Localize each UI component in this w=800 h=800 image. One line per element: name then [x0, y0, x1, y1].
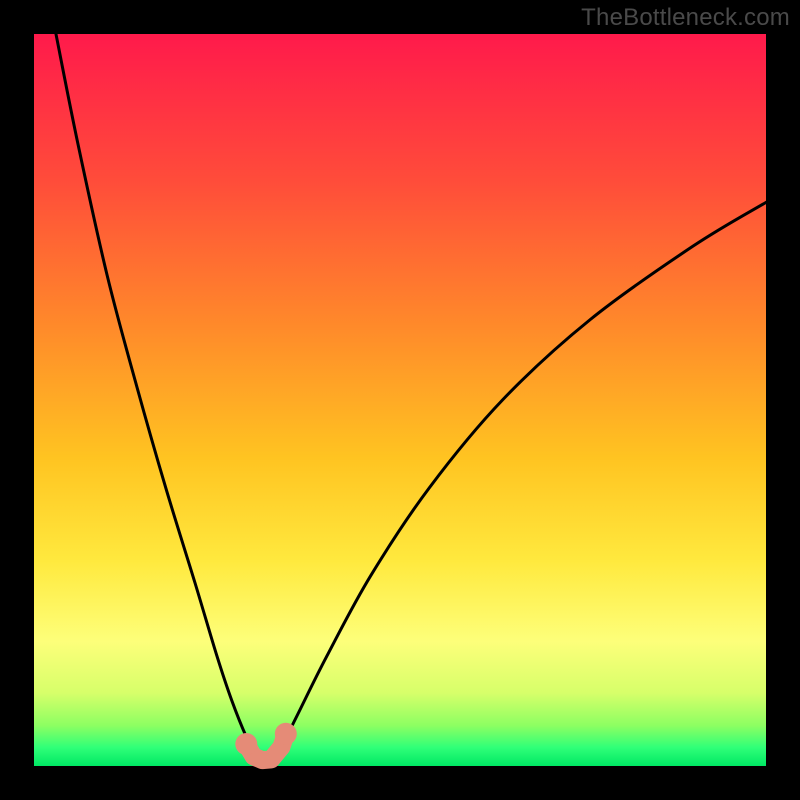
marker-dot	[235, 733, 257, 755]
chart-frame: TheBottleneck.com	[0, 0, 800, 800]
bottleneck-chart	[0, 0, 800, 800]
marker-dot	[275, 723, 297, 745]
gradient-background	[34, 34, 766, 766]
